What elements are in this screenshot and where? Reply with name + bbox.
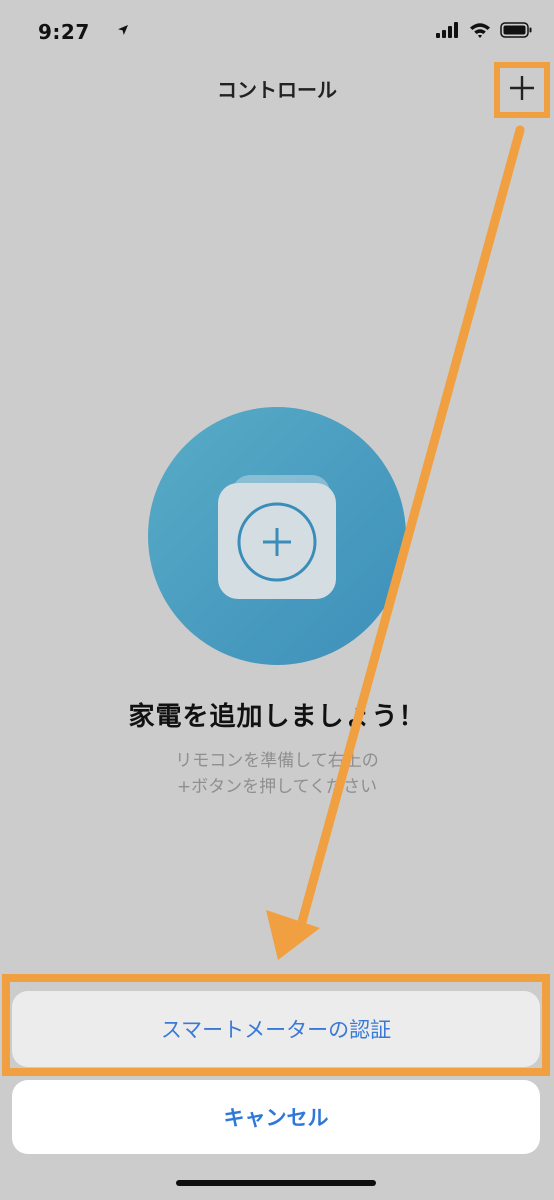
battery-icon: [500, 22, 532, 42]
nav-bar: コントロール: [0, 64, 554, 114]
plus-icon: [508, 74, 536, 106]
page-title: コントロール: [217, 78, 337, 102]
device-tile: [218, 483, 336, 599]
empty-state-description: リモコンを準備して右上の +ボタンを押してください: [0, 748, 554, 800]
add-button[interactable]: [494, 62, 550, 118]
empty-state-description-line1: リモコンを準備して右上の: [175, 751, 379, 771]
status-time: 9:27: [38, 20, 90, 44]
highlight-box-action: [2, 974, 550, 1076]
empty-state-title: 家電を追加しましょう！: [128, 702, 426, 732]
cancel-button[interactable]: キャンセル: [12, 1080, 540, 1154]
signal-icon: [436, 22, 460, 42]
status-icons: [118, 22, 532, 42]
empty-state-description-line2: +ボタンを押してください: [176, 777, 378, 797]
location-arrow-icon: [117, 21, 129, 40]
add-device-icon: [236, 501, 318, 587]
home-indicator: [176, 1180, 376, 1186]
add-device-illustration: [148, 407, 406, 665]
wifi-icon: [469, 22, 491, 42]
status-bar: 9:27: [0, 0, 554, 64]
